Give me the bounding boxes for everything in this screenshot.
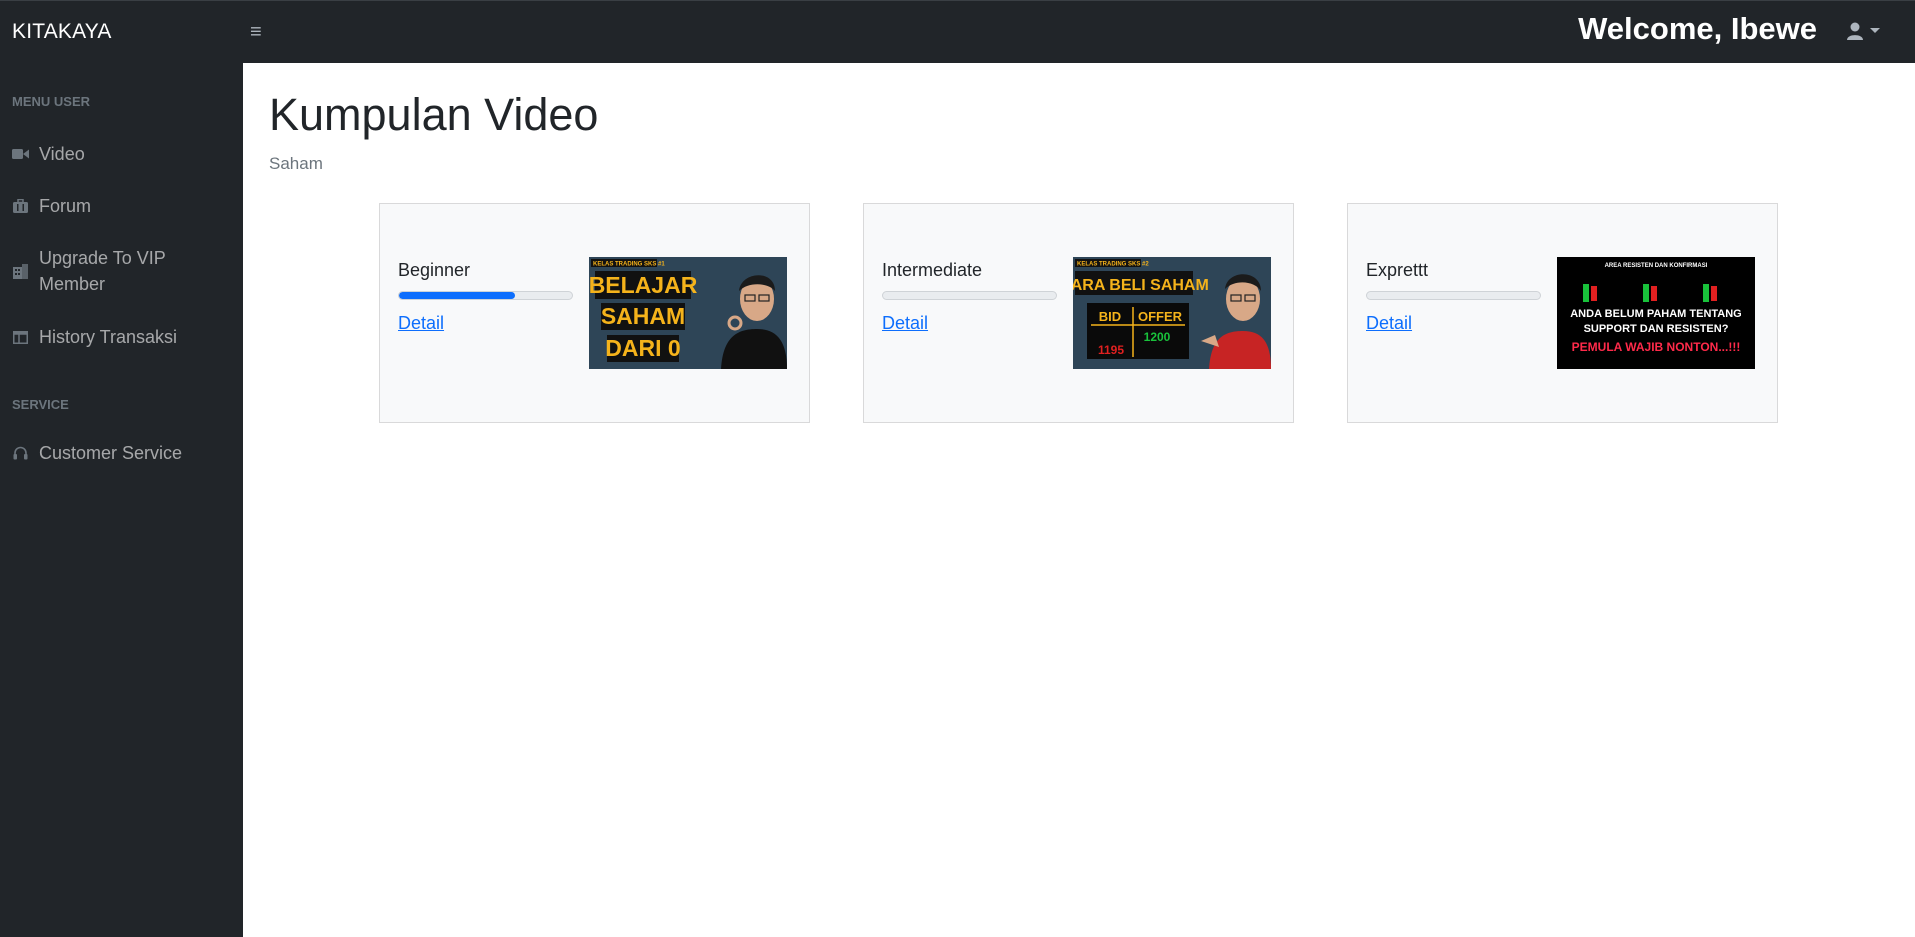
video-thumbnail-intermediate[interactable]: KELAS TRADING SKS #2 CARA BELI SAHAM BID… [1073,257,1271,369]
card-title: Intermediate [882,260,983,280]
user-menu-button[interactable] [1845,21,1881,41]
video-thumbnail-beginner[interactable]: KELAS TRADING SKS #1 BELAJAR SAHAM DARI … [589,257,787,369]
sidebar-item-label: Upgrade To VIP Member [39,248,166,294]
page-title: Kumpulan Video [269,89,599,140]
svg-text:CARA BELI SAHAM: CARA BELI SAHAM [1073,277,1209,294]
svg-text:AREA RESISTEN DAN KONFIRMASI: AREA RESISTEN DAN KONFIRMASI [1605,263,1708,269]
svg-text:OFFER: OFFER [1138,309,1183,324]
svg-text:DARI 0: DARI 0 [605,335,680,361]
caret-down-icon [1870,28,1880,33]
svg-text:ANDA BELUM PAHAM TENTANG: ANDA BELUM PAHAM TENTANG [1570,308,1742,320]
progress-bar-fill [399,292,515,299]
sidebar-item-forum[interactable]: Forum [12,193,91,219]
svg-text:KELAS TRADING SKS #2: KELAS TRADING SKS #2 [1077,262,1149,268]
progress-bar [398,291,573,300]
sidebar-item-label: History Transaksi [39,327,178,347]
table-icon [12,324,29,350]
headset-icon [12,440,29,466]
user-icon [1847,22,1863,40]
video-card-expert: Exprettt Detail AREA RESISTEN DAN KONFIR… [1347,203,1778,423]
sidebar-item-label: Customer Service [39,443,183,463]
sidebar-item-history-transaksi[interactable]: History Transaksi [12,324,177,350]
svg-text:KELAS TRADING SKS #1: KELAS TRADING SKS #1 [593,262,665,268]
building-icon [12,245,29,297]
progress-bar [882,291,1057,300]
welcome-text: Welcome, Ibewe [1578,11,1817,46]
detail-link[interactable]: Detail [882,313,928,334]
svg-text:BID: BID [1099,309,1121,324]
detail-link[interactable]: Detail [1366,313,1412,334]
card-title: Exprettt [1366,260,1429,280]
progress-bar [1366,291,1541,300]
briefcase-icon [12,193,29,219]
sidebar-heading-menu-user: MENU USER [12,94,91,109]
sidebar-item-label: Video [39,144,85,164]
breadcrumb: Saham [269,154,323,173]
video-card-intermediate: Intermediate Detail KELAS TRADING SKS #2… [863,203,1294,423]
sidebar: MENU USER Video Forum Upgrade To VIP Mem… [0,63,243,937]
video-camera-icon [12,141,29,167]
video-thumbnail-expert[interactable]: AREA RESISTEN DAN KONFIRMASI ANDA BELUM … [1557,257,1755,369]
svg-text:PEMULA WAJIB NONTON...!!!: PEMULA WAJIB NONTON...!!! [1572,340,1741,354]
svg-text:1200: 1200 [1144,330,1171,344]
svg-text:SAHAM: SAHAM [601,303,685,329]
sidebar-toggle-button[interactable]: ≡ [250,21,262,44]
detail-link[interactable]: Detail [398,313,444,334]
sidebar-heading-service: SERVICE [12,397,69,412]
sidebar-item-customer-service[interactable]: Customer Service [12,440,182,466]
hamburger-icon: ≡ [250,21,262,43]
sidebar-item-label: Forum [39,196,92,216]
video-card-beginner: Beginner Detail KELAS TRADING SKS #1 BEL… [379,203,810,423]
top-navbar: KITAKAYA ≡ Welcome, Ibewe [0,0,1915,63]
brand-logo[interactable]: KITAKAYA [12,20,112,44]
svg-text:1195: 1195 [1098,343,1124,357]
sidebar-item-video[interactable]: Video [12,141,85,167]
svg-text:BELAJAR: BELAJAR [589,272,698,298]
card-title: Beginner [398,260,471,280]
svg-text:SUPPORT DAN RESISTEN?: SUPPORT DAN RESISTEN? [1584,323,1729,335]
sidebar-item-upgrade-vip[interactable]: Upgrade To VIP Member [12,245,222,297]
